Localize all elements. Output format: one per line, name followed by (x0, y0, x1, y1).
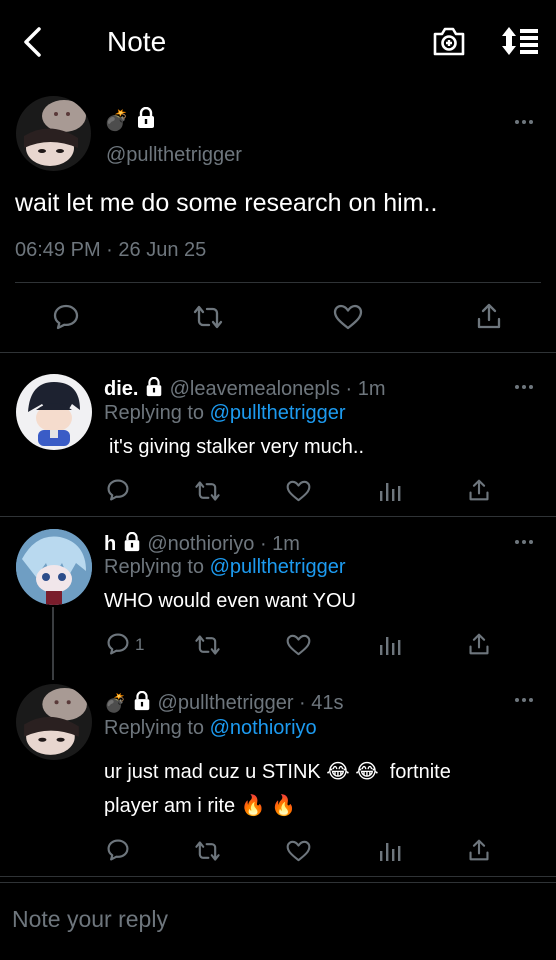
page-title: Note (107, 26, 167, 57)
reply-header: die. @leavemealonepls · 1m (104, 376, 386, 403)
divider (0, 882, 556, 883)
lock-icon (132, 690, 152, 717)
time: · 1m (259, 533, 300, 555)
lock-icon (144, 376, 164, 403)
heart-icon[interactable] (286, 480, 311, 502)
avatar[interactable] (16, 96, 91, 171)
display-name[interactable]: h (104, 533, 116, 555)
reply-text-line-2: player am i rite 🔥 🔥 (104, 795, 297, 817)
sort-icon[interactable] (500, 25, 540, 57)
back-icon[interactable] (20, 26, 46, 58)
more-icon[interactable] (515, 537, 537, 547)
analytics-icon[interactable] (379, 840, 401, 862)
avatar[interactable] (16, 684, 92, 760)
reply-icon[interactable] (106, 478, 130, 502)
reply-icon[interactable] (106, 632, 130, 656)
lock-icon (122, 531, 142, 558)
handle[interactable]: @leavemealonepls (170, 378, 340, 400)
heart-icon[interactable] (333, 304, 363, 330)
replying-to: Replying to @pullthetrigger (104, 402, 346, 424)
handle[interactable]: @pullthetrigger (158, 692, 294, 714)
reply-header: 💣 @pullthetrigger · 41s (104, 690, 344, 717)
share-icon[interactable] (476, 302, 502, 330)
lock-icon (135, 107, 157, 129)
thread-line (52, 607, 54, 680)
replying-to-link[interactable]: @nothioriyo (210, 717, 317, 739)
reply-text: it's giving stalker very much.. (109, 436, 365, 458)
camera-plus-icon[interactable] (432, 25, 466, 57)
divider (15, 282, 541, 283)
more-icon[interactable] (515, 695, 537, 705)
time: · 1m (345, 378, 386, 400)
analytics-icon[interactable] (379, 480, 401, 502)
retweet-icon[interactable] (193, 839, 222, 863)
post-text: wait let me do some research on him.. (15, 189, 438, 217)
divider (0, 516, 556, 517)
handle[interactable]: @nothioriyo (147, 533, 254, 555)
emoji-bomb: 💣 (104, 693, 127, 713)
avatar[interactable] (16, 374, 92, 450)
retweet-icon[interactable] (193, 479, 222, 503)
analytics-icon[interactable] (379, 634, 401, 656)
reply-input[interactable] (0, 884, 556, 954)
handle[interactable]: @pullthetrigger (106, 144, 242, 167)
replying-to-link[interactable]: @pullthetrigger (210, 402, 346, 424)
avatar[interactable] (16, 529, 92, 605)
share-icon[interactable] (468, 838, 490, 862)
replying-to: Replying to @pullthetrigger (104, 556, 346, 578)
more-icon[interactable] (515, 117, 537, 127)
reply-icon[interactable] (106, 838, 130, 862)
divider (0, 876, 556, 877)
divider (0, 352, 556, 353)
display-name[interactable]: die. (104, 378, 138, 400)
reply-header: h @nothioriyo · 1m (104, 531, 300, 558)
share-icon[interactable] (468, 478, 490, 502)
heart-icon[interactable] (286, 634, 311, 656)
retweet-icon[interactable] (191, 303, 225, 331)
reply-text: WHO would even want YOU (104, 590, 356, 612)
timestamp: 06:49 PM · 26 Jun 25 (15, 239, 207, 261)
reply-text-line-1: ur just mad cuz u STINK 😂 😂 fortnite (104, 761, 451, 783)
emoji-bomb: 💣 (104, 110, 129, 132)
more-icon[interactable] (515, 382, 537, 392)
share-icon[interactable] (468, 632, 490, 656)
replying-to: Replying to @nothioriyo (104, 717, 317, 739)
reply-count: 1 (135, 635, 145, 654)
replying-to-link[interactable]: @pullthetrigger (210, 556, 346, 578)
retweet-icon[interactable] (193, 633, 222, 657)
heart-icon[interactable] (286, 840, 311, 862)
reply-icon[interactable] (52, 303, 80, 331)
time: · 41s (299, 692, 344, 714)
